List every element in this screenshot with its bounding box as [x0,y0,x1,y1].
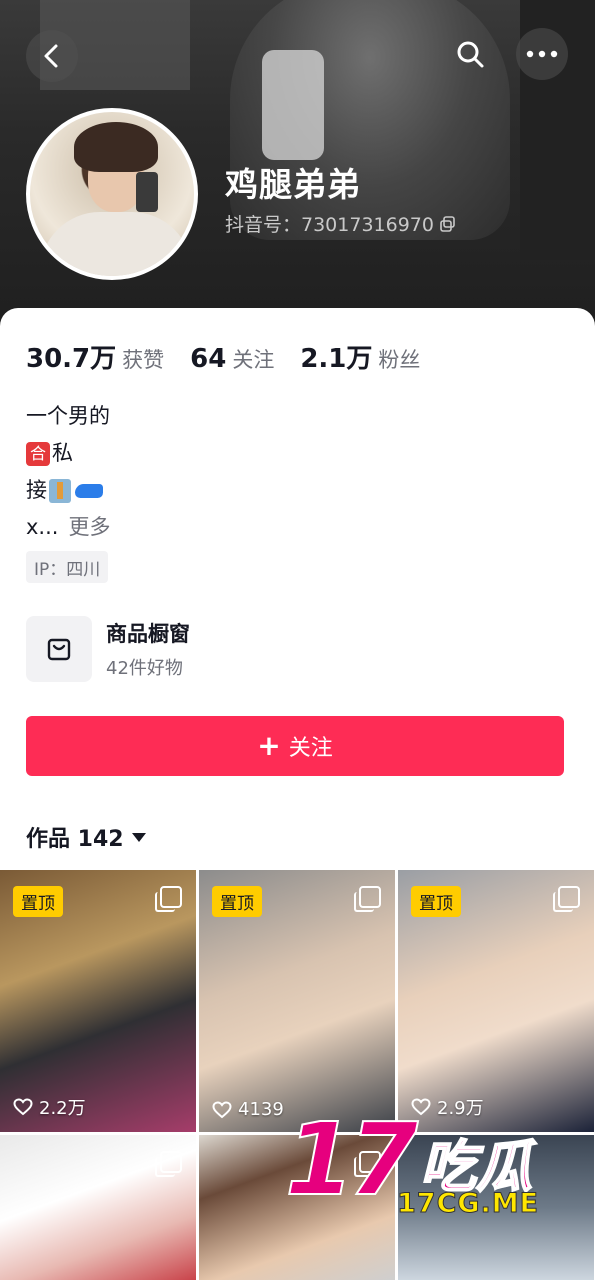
stats-row: 30.7万 获赞 64 关注 2.1万 粉丝 [26,338,446,375]
avatar-part [74,122,158,172]
like-count-text: 4139 [238,1099,284,1120]
stat-value: 64 [190,344,227,374]
works-tab-label: 作品 142 [26,827,124,852]
heart-icon [212,1100,232,1118]
pinned-badge: 置顶 [212,886,262,917]
shop-icon-box [26,616,92,682]
works-tab[interactable]: 作品 142 [26,821,146,853]
stat-following[interactable]: 64 关注 [190,344,274,374]
search-button[interactable] [444,28,496,80]
bio-text: x... [26,515,59,539]
stat-label: 粉丝 [378,348,421,372]
cover-decor [262,50,324,160]
bio-line: x... 更多 [26,509,110,546]
bio-more-link[interactable]: 更多 [68,509,110,546]
douyin-id[interactable]: 抖音号：73017316970 [225,210,456,237]
watermark-number: 17 [284,1101,419,1218]
more-dots-icon [526,50,558,58]
shoe-emoji-icon [75,483,103,498]
like-count: 2.2万 [13,1094,86,1120]
shop-window[interactable]: 商品橱窗 42件好物 [26,616,190,682]
bio-text: 私 [52,441,73,465]
heart-icon [13,1098,33,1116]
shopping-bag-icon [47,638,71,661]
ip-location-tag: IP：四川 [26,551,109,583]
he-emoji-icon: 合 [26,441,50,466]
multi-image-icon [155,886,182,912]
stat-label: 关注 [232,348,275,372]
avatar[interactable] [26,108,198,280]
plus-icon: + [257,729,281,762]
bio-line: 一个男的 [26,398,110,435]
more-button[interactable] [516,28,568,80]
like-count: 4139 [212,1099,284,1120]
bio-line: 合 私 [26,435,110,472]
caret-down-icon [131,832,146,842]
avatar-part [136,172,158,212]
bio-text: 一个男的 [26,404,110,428]
pinned-badge: 置顶 [13,886,63,917]
multi-image-icon [155,1151,182,1177]
watermark-url: 17CG.ME [396,1188,540,1220]
stat-followers[interactable]: 2.1万 粉丝 [300,338,420,375]
stat-value: 30.7万 [26,344,117,374]
avatar-part [40,212,192,276]
watermark-logo: 17 吃瓜 17CG.ME [284,1101,585,1230]
back-button[interactable] [26,30,78,82]
copy-icon[interactable] [440,215,456,232]
shop-subtitle: 42件好物 [106,658,183,679]
bio-line: 接 [26,472,110,509]
shop-text: 商品橱窗 42件好物 [106,618,190,680]
video-tile[interactable]: 置顶 2.2万 [0,870,196,1132]
follow-label: 关注 [288,736,333,761]
suit-emoji-icon [49,478,71,503]
follow-button[interactable]: + 关注 [26,716,564,776]
back-arrow-icon [44,44,58,68]
like-count-text: 2.2万 [39,1098,86,1119]
video-tile[interactable] [0,1135,196,1280]
multi-image-icon [553,886,580,912]
search-icon [457,41,484,68]
stat-label: 获赞 [122,348,165,372]
nickname: 鸡腿弟弟 [225,165,361,204]
stat-value: 2.1万 [300,344,373,374]
douyin-id-text: 抖音号：73017316970 [225,214,434,236]
multi-image-icon [354,886,381,912]
pinned-badge: 置顶 [411,886,461,917]
stat-likes[interactable]: 30.7万 获赞 [26,338,164,375]
bio-text: 接 [26,478,47,502]
video-tile[interactable]: 置顶 2.9万 [398,870,594,1132]
bio[interactable]: 一个男的 合 私 接 x... 更多 [26,398,110,546]
video-tile[interactable]: 置顶 4139 [199,870,395,1132]
shop-title: 商品橱窗 [106,622,190,646]
